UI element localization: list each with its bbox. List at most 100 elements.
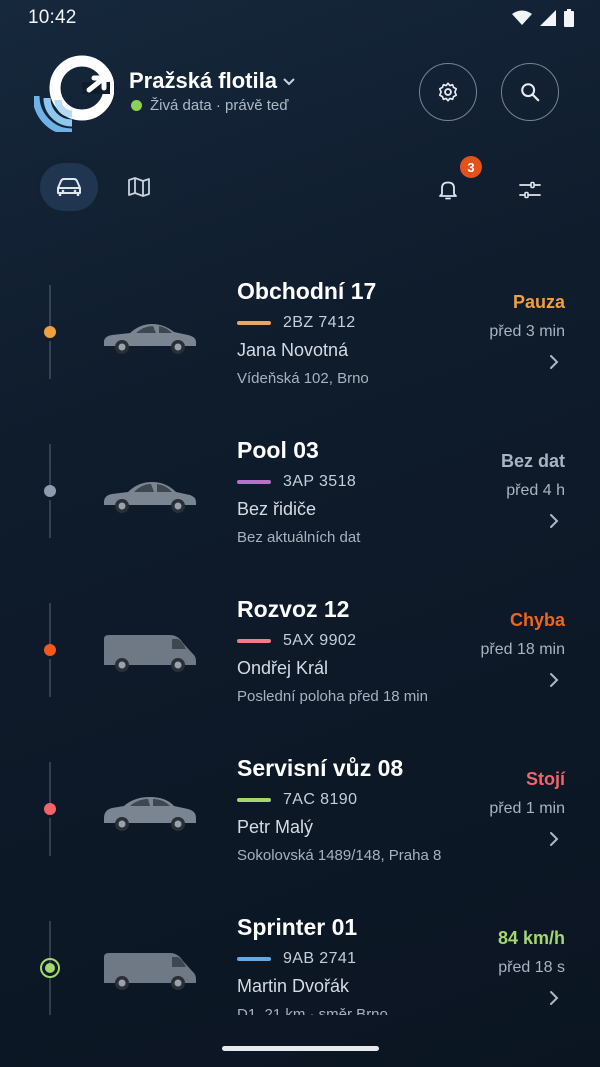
vehicle-row[interactable]: Pool 03 3AP 3518 Bez řidiče Bez aktuální… <box>0 424 600 583</box>
plate-row: 5AX 9902 <box>237 632 356 650</box>
live-dot <box>131 100 142 111</box>
timeline-line <box>49 500 51 538</box>
vehicle-name: Obchodní 17 <box>237 278 377 304</box>
vehicle-status: Chyba <box>509 610 565 630</box>
status-dot <box>44 644 56 656</box>
driver-name: Jana Novotná <box>237 340 349 360</box>
status-bar: 10:42 <box>0 0 600 36</box>
vehicle-row[interactable]: Servisní vůz 08 7AC 8190 Petr Malý Sokol… <box>0 742 600 901</box>
plate-row: 3AP 3518 <box>237 473 356 491</box>
tab-map[interactable] <box>110 163 168 211</box>
last-update: před 1 min <box>489 800 565 817</box>
timeline-line <box>49 818 51 856</box>
view-switcher <box>35 158 175 216</box>
vehicle-image <box>104 635 196 672</box>
vehicle-name: Pool 03 <box>237 437 319 463</box>
vehicle-color-stripe <box>237 798 271 802</box>
vehicle-image <box>104 797 196 831</box>
status-dot <box>40 958 60 978</box>
license-plate: 5AX 9902 <box>283 632 357 649</box>
timeline-line <box>49 921 51 963</box>
vehicle-status: Stojí <box>526 769 565 789</box>
status-dot <box>44 326 56 338</box>
timeline-line <box>49 444 51 486</box>
vehicle-list: Obchodní 17 2BZ 7412 Jana Novotná Vídeňs… <box>0 265 600 1015</box>
search-icon <box>521 83 540 102</box>
vehicle-location: D1, 21 km · směr Brno <box>237 1006 388 1015</box>
vehicle-row[interactable]: Rozvoz 12 5AX 9902 Ondřej Král Poslední … <box>0 583 600 742</box>
car-icon <box>57 178 81 196</box>
vehicle-location: Sokolovská 1489/148, Praha 8 <box>237 847 442 864</box>
battery-icon <box>564 9 574 27</box>
app-header: Pražská flotila Živá data · právě teď <box>0 48 600 138</box>
sliders-icon <box>519 181 541 199</box>
status-icons <box>512 9 574 27</box>
plate-row: 7AC 8190 <box>237 791 357 809</box>
vehicle-image <box>104 953 196 990</box>
vehicle-status: Bez dat <box>500 451 565 471</box>
chevron-right-icon <box>550 991 559 1005</box>
timeline-line <box>49 659 51 697</box>
vehicle-name: Sprinter 01 <box>237 914 358 940</box>
driver-name: Martin Dvořák <box>237 976 350 996</box>
vehicle-name: Servisní vůz 08 <box>237 755 404 781</box>
last-update: před 18 min <box>480 641 566 658</box>
last-update: před 18 s <box>498 959 565 976</box>
home-indicator[interactable] <box>222 1046 379 1051</box>
chevron-right-icon <box>550 355 559 369</box>
vehicle-location: Bez aktuálních dat <box>237 529 361 546</box>
vehicle-color-stripe <box>237 480 271 484</box>
chevron-right-icon <box>550 673 559 687</box>
map-icon <box>128 177 150 197</box>
status-time: 10:42 <box>28 7 77 28</box>
vehicle-row[interactable]: Sprinter 01 9AB 2741 Martin Dvořák D1, 2… <box>0 901 600 1015</box>
plate-row: 9AB 2741 <box>237 950 356 968</box>
signal-icon <box>540 10 556 26</box>
timeline-line <box>49 762 51 804</box>
timeline-line <box>49 285 51 327</box>
live-status: Živá data · právě teď <box>131 97 288 114</box>
tab-vehicles[interactable] <box>40 163 98 211</box>
vehicle-color-stripe <box>237 957 271 961</box>
plate-row: 2BZ 7412 <box>237 314 356 332</box>
vehicle-image <box>104 482 196 513</box>
notification-badge: 3 <box>460 156 482 178</box>
vehicle-location: Poslední poloha před 18 min <box>237 688 428 705</box>
vehicle-color-stripe <box>237 639 271 643</box>
driver-name: Bez řidiče <box>237 499 317 519</box>
vehicle-row[interactable]: Obchodní 17 2BZ 7412 Jana Novotná Vídeňs… <box>0 265 600 424</box>
chevron-right-icon <box>550 832 559 846</box>
view-toolbar <box>0 158 600 218</box>
bell-icon <box>439 181 457 200</box>
status-dot <box>44 803 56 815</box>
status-dot <box>44 485 56 497</box>
settings-button[interactable] <box>419 63 477 121</box>
license-plate: 9AB 2741 <box>283 950 357 967</box>
notifications-button[interactable] <box>430 172 466 208</box>
live-status-text: Živá data · právě teď <box>150 97 289 114</box>
license-plate: 3AP 3518 <box>283 473 357 490</box>
fleet-name: Pražská flotila <box>129 68 277 93</box>
last-update: před 4 h <box>506 482 565 499</box>
fleet-selector[interactable]: Pražská flotila <box>129 68 297 94</box>
license-plate: 2BZ 7412 <box>283 314 356 331</box>
vehicle-name: Rozvoz 12 <box>237 596 350 622</box>
timeline-line <box>49 977 51 1015</box>
vehicle-image <box>104 324 196 354</box>
driver-name: Petr Malý <box>237 817 314 837</box>
chevron-right-icon <box>550 514 559 528</box>
timeline-line <box>49 341 51 379</box>
app-logo <box>34 55 114 132</box>
wifi-icon <box>512 10 532 25</box>
vehicle-status: 84 km/h <box>497 928 565 948</box>
last-update: před 3 min <box>489 323 565 340</box>
gear-icon <box>438 82 458 102</box>
chevron-down-icon <box>283 78 295 86</box>
search-button[interactable] <box>501 63 559 121</box>
filter-button[interactable] <box>512 172 548 208</box>
timeline-line <box>49 603 51 645</box>
license-plate: 7AC 8190 <box>283 791 358 808</box>
vehicle-color-stripe <box>237 321 271 325</box>
vehicle-status: Pauza <box>512 292 565 312</box>
vehicle-location: Vídeňská 102, Brno <box>237 370 369 387</box>
